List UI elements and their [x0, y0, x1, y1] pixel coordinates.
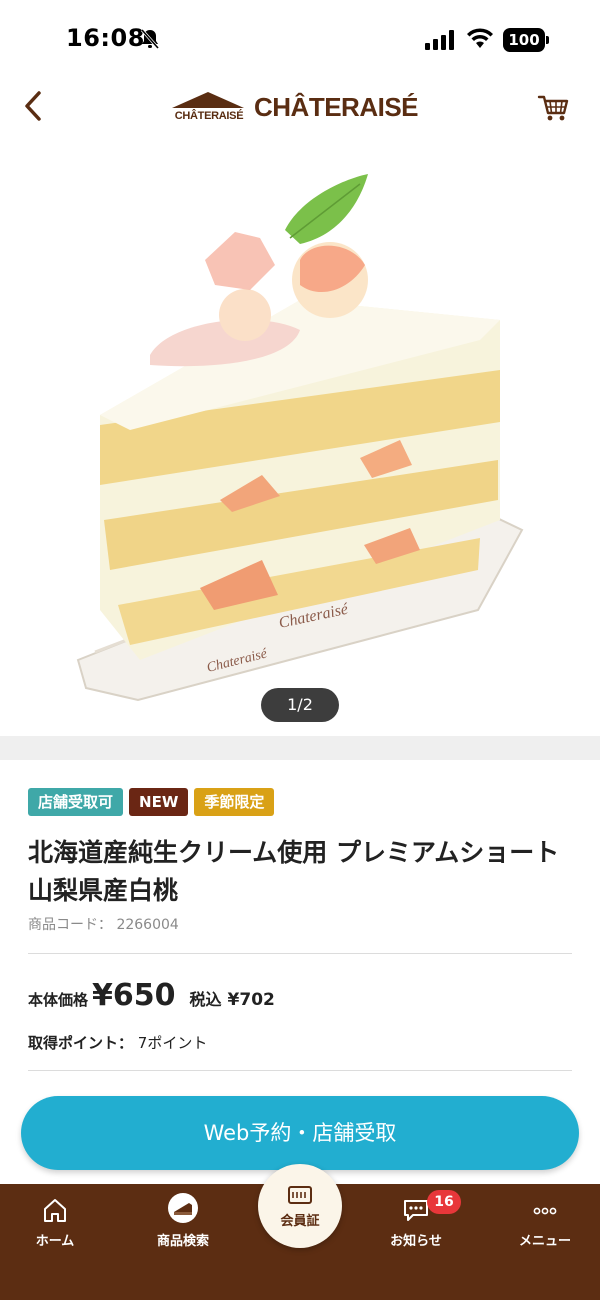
tax-included-price: ¥702	[227, 990, 275, 1010]
nav-home[interactable]: ホーム	[0, 1184, 110, 1264]
member-card-label: 会員証	[280, 1214, 320, 1229]
points-row: 取得ポイント： 7ポイント	[28, 1032, 207, 1053]
signal-icon	[425, 30, 454, 50]
member-card-button[interactable]: 会員証	[258, 1164, 342, 1248]
nav-search-label: 商品検索	[156, 1234, 209, 1249]
image-pager: 1/2	[261, 688, 339, 722]
logo-mark-text: CHÂTERAISÉ	[174, 110, 244, 122]
tag-new: NEW	[129, 788, 189, 816]
price-row: 本体価格 ¥650 税込 ¥702	[28, 978, 275, 1018]
back-icon	[25, 91, 41, 121]
points-value: 7ポイント	[137, 1034, 208, 1052]
cake-icon	[168, 1193, 198, 1223]
home-icon	[44, 1199, 66, 1222]
web-reserve-button[interactable]: Web予約・店舗受取	[21, 1096, 579, 1170]
back-button[interactable]	[14, 86, 54, 126]
status-bar: 16:08 100	[0, 0, 600, 80]
logo-mark: CHÂTERAISÉ	[170, 90, 246, 130]
tax-included-label: 税込	[189, 990, 222, 1009]
section-divider	[0, 736, 600, 760]
brand-logo: CHÂTERAISÉ CHÂTERAISÉ	[170, 90, 430, 130]
nav-home-label: ホーム	[35, 1234, 75, 1249]
divider	[28, 1070, 572, 1071]
nav-product-search[interactable]: 商品検索	[128, 1184, 238, 1264]
nav-news[interactable]: 16 お知らせ	[361, 1184, 471, 1264]
tag-store-pickup: 店舗受取可	[28, 788, 124, 816]
nav-menu-label: メニュー	[518, 1234, 571, 1249]
bottom-nav: ホーム 商品検索 会員証 16 お知らせ メニュー	[0, 1164, 600, 1300]
product-code-label: 商品コード：	[28, 917, 112, 933]
battery-indicator: 100	[503, 28, 549, 52]
product-image-carousel[interactable]: Chateraisé Chateraisé 1/2	[0, 140, 600, 736]
member-card-icon	[288, 1186, 312, 1204]
logo-roof-icon	[172, 92, 244, 108]
more-icon	[533, 1207, 557, 1215]
points-label: 取得ポイント：	[28, 1034, 134, 1052]
status-time: 16:08	[66, 24, 145, 52]
product-title: 北海道産純生クリーム使用 プレミアムショート 山梨県産白桃	[28, 838, 560, 905]
product-code: 商品コード： 2266004	[28, 914, 179, 934]
product-tags: 店舗受取可 NEW 季節限定	[28, 788, 275, 816]
product-image: Chateraisé Chateraisé	[76, 174, 524, 702]
divider	[28, 953, 572, 954]
battery-level: 100	[503, 28, 545, 52]
price-value: ¥650	[92, 978, 176, 1013]
bell-off-icon	[140, 29, 160, 49]
nav-news-label: お知らせ	[390, 1234, 442, 1249]
app-header: CHÂTERAISÉ CHÂTERAISÉ	[0, 80, 600, 136]
nav-menu[interactable]: メニュー	[490, 1184, 600, 1264]
product-code-value: 2266004	[116, 917, 179, 933]
cart-icon[interactable]	[536, 90, 570, 124]
logo-text: CHÂTERAISÉ	[254, 92, 419, 122]
wifi-icon	[467, 28, 493, 48]
price-label: 本体価格	[28, 991, 89, 1009]
news-badge: 16	[427, 1190, 461, 1214]
tag-seasonal: 季節限定	[194, 788, 275, 816]
